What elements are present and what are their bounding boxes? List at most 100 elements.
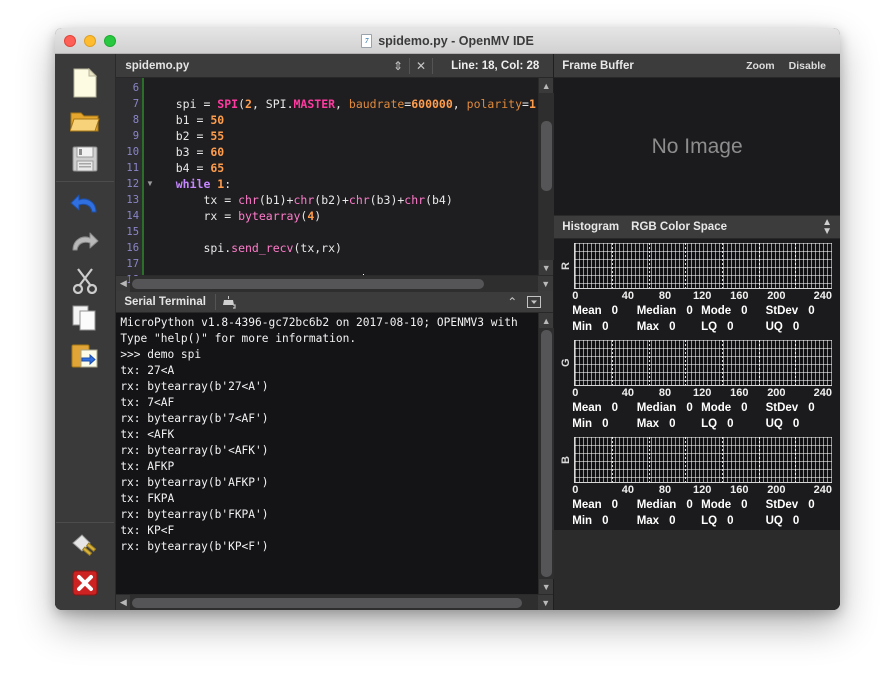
openmv-ide-window: 7 spidemo.py - OpenMV IDE spidemo.py ⇕ ✕…	[55, 28, 840, 610]
editor-horizontal-scrollbar[interactable]: ◀ ▼	[116, 275, 554, 292]
scroll-corner-down-icon[interactable]: ▼	[538, 275, 554, 292]
chevron-up-icon[interactable]: ⌃	[501, 295, 523, 309]
window-titlebar[interactable]: 7 spidemo.py - OpenMV IDE	[55, 28, 840, 54]
histogram-stat-uq: UQ 0	[766, 321, 830, 333]
paste-icon[interactable]	[66, 337, 104, 375]
code-fold-column[interactable]: ▼	[144, 78, 156, 275]
terminal-horizontal-scrollbar[interactable]: ◀ ▼	[116, 594, 554, 610]
histogram-stat-key: Mean	[572, 402, 602, 414]
histogram-plot-area[interactable]	[574, 243, 832, 289]
terminal-scroll-down-icon[interactable]: ▼	[539, 579, 554, 594]
code-fold-toggle[interactable]: ▼	[144, 176, 156, 192]
histogram-axis-label: B	[560, 456, 573, 464]
editor-hscroll-thumb[interactable]	[132, 278, 485, 289]
close-window-button[interactable]	[64, 34, 76, 47]
frame-buffer-header: Frame Buffer Zoom Disable	[554, 54, 840, 78]
code-token: baudrate	[348, 97, 405, 111]
copy-icon[interactable]	[66, 299, 104, 337]
up-down-arrows-icon[interactable]: ⇕	[387, 59, 409, 73]
terminal-scroll-corner-icon[interactable]: ▼	[538, 594, 554, 610]
terminal-scroll-up-icon[interactable]: ▲	[539, 313, 554, 328]
code-line[interactable]: b2 = 55	[156, 128, 538, 144]
terminal-hscroll-track[interactable]	[130, 594, 539, 610]
editor-vscroll-track[interactable]	[538, 93, 554, 260]
minimize-window-button[interactable]	[84, 34, 96, 47]
scroll-down-icon[interactable]: ▼	[539, 260, 554, 275]
histogram-tick-label: 80	[658, 387, 672, 399]
dropdown-box-icon[interactable]	[523, 295, 545, 308]
histogram-stat-key: Mean	[572, 305, 602, 317]
histogram-tick-label: 200	[767, 387, 786, 399]
code-token: (b1)+	[258, 193, 294, 207]
histogram-channel-b: B 0 40 80 120 160 200 240 Mean 0 Median 0 Mode 0 StDev…	[554, 433, 840, 530]
histogram-gridline	[685, 437, 687, 482]
histogram-stat-value: 0	[611, 499, 619, 511]
frame-buffer-view[interactable]: No Image	[554, 78, 840, 215]
close-icon[interactable]: ✕	[410, 59, 432, 73]
serial-terminal-output[interactable]: MicroPython v1.8-4396-gc72bc6b2 on 2017-…	[116, 313, 539, 594]
terminal-line: rx: bytearray(b'<AFK')	[120, 444, 269, 457]
new-file-icon[interactable]	[66, 64, 104, 102]
maximize-window-button[interactable]	[104, 34, 116, 47]
save-icon[interactable]	[66, 140, 104, 178]
frame-buffer-disable-button[interactable]: Disable	[789, 60, 826, 72]
terminal-vscroll-thumb[interactable]	[540, 330, 552, 577]
editor-tab-label[interactable]: spidemo.py	[125, 60, 189, 72]
code-line[interactable]: b4 = 65	[156, 160, 538, 176]
editor-hscroll-track[interactable]	[130, 275, 539, 292]
broom-clear-icon[interactable]	[216, 295, 244, 309]
chevron-up-down-icon[interactable]: ▲ ▼	[822, 218, 832, 237]
terminal-hscroll-thumb[interactable]	[132, 597, 523, 608]
code-line[interactable]	[156, 256, 538, 272]
histogram-x-ticks: 0 40 80 120 160 200 240	[572, 484, 832, 496]
code-editor[interactable]: 6789101112131415161718 ▼ spi = SPI(2, SP…	[116, 78, 554, 286]
code-line[interactable]	[156, 80, 538, 96]
open-folder-icon[interactable]	[66, 102, 104, 140]
redo-icon[interactable]	[66, 223, 104, 261]
histogram-stat-value: 0	[741, 499, 748, 511]
histogram-plot-area[interactable]	[574, 340, 832, 386]
code-content[interactable]: spi = SPI(2, SPI.MASTER, baudrate = 600000…	[155, 78, 539, 275]
histogram-tick-label: 0	[572, 484, 579, 496]
histogram-x-ticks: 0 40 80 120 160 200 240	[572, 290, 832, 302]
histogram-stats-row-1: Mean 0 Median 0 Mode 0 StDev 0	[554, 496, 840, 512]
stop-icon[interactable]	[66, 564, 104, 602]
histogram-tick-label: 40	[621, 290, 635, 302]
code-token: tx =	[161, 193, 239, 207]
serial-terminal-panel[interactable]: MicroPython v1.8-4396-gc72bc6b2 on 2017-…	[116, 313, 554, 594]
scroll-up-icon[interactable]: ▲	[539, 78, 554, 93]
histogram-stat-stdev: StDev 0	[766, 305, 830, 317]
terminal-scroll-left-icon[interactable]: ◀	[116, 597, 130, 608]
histogram-stat-value: 0	[686, 499, 693, 511]
code-token: bytearray	[238, 209, 301, 223]
cut-icon[interactable]	[66, 261, 104, 299]
code-line[interactable]: spi.send_recv(tx,rx)	[156, 240, 538, 256]
histogram-stat-mean: Mean 0	[572, 499, 636, 511]
histogram-gridline	[758, 437, 760, 482]
histogram-gridline	[648, 437, 650, 482]
code-line[interactable]: spi = SPI(2, SPI.MASTER, baudrate = 600000…	[156, 96, 539, 112]
editor-vscroll-thumb[interactable]	[540, 121, 552, 191]
undo-icon[interactable]	[66, 185, 104, 223]
code-line[interactable]: tx = chr(b1)+chr(b2)+chr(b3)+chr(b4)	[156, 192, 538, 208]
histogram-gridline	[648, 340, 650, 385]
terminal-vertical-scrollbar[interactable]: ▲ ▼	[538, 313, 554, 594]
histogram-plot-area[interactable]	[574, 437, 832, 483]
line-number: 12	[126, 178, 140, 190]
histogram-gridline	[721, 437, 723, 482]
editor-vertical-scrollbar[interactable]: ▲ ▼	[538, 78, 554, 275]
code-line[interactable]: b1 = 50	[156, 112, 538, 128]
histogram-header: Histogram RGB Color Space ▲ ▼	[554, 215, 840, 239]
histogram-stat-median: Median 0	[637, 305, 701, 317]
code-line[interactable]: rx = bytearray(4)	[156, 208, 538, 224]
code-line[interactable]: b3 = 60	[156, 144, 538, 160]
frame-buffer-zoom-button[interactable]: Zoom	[746, 60, 775, 72]
code-line[interactable]	[156, 224, 538, 240]
code-token: rx =	[161, 209, 239, 223]
code-line[interactable]: while 1:	[156, 176, 538, 192]
color-space-selector[interactable]: RGB Color Space	[631, 221, 727, 233]
connect-plug-icon[interactable]	[66, 526, 104, 564]
histogram-stats-row-1: Mean 0 Median 0 Mode 0 StDev 0	[554, 302, 840, 318]
terminal-vscroll-track[interactable]	[538, 328, 554, 579]
terminal-line: rx: bytearray(b'AFKP')	[120, 476, 269, 489]
